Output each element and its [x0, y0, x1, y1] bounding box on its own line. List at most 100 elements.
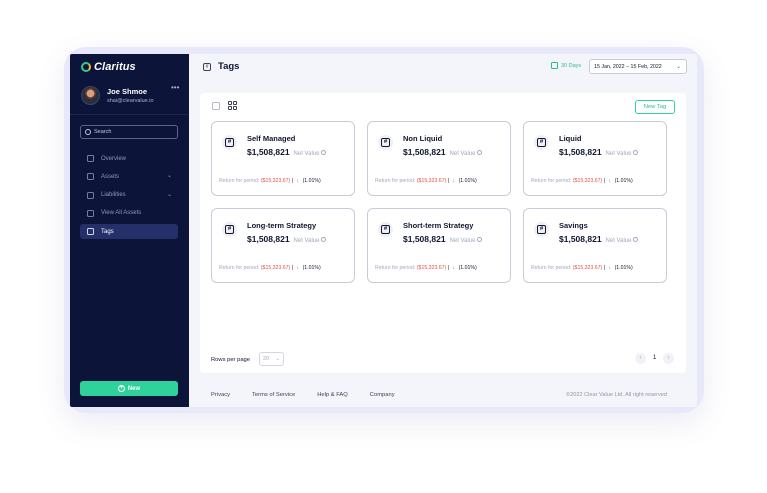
sidebar-item-overview[interactable]: Overview	[80, 151, 178, 166]
logo-text: Claritus	[94, 61, 136, 73]
app-window: Claritus Joe Shmoe shai@clearvalue.io ••…	[70, 54, 697, 407]
date-range-select[interactable]: 15 Jan, 2022 – 15 Feb, 2022 ⌄	[589, 59, 687, 74]
date-range-value: 15 Jan, 2022 – 15 Feb, 2022	[594, 63, 662, 70]
chevron-down-icon[interactable]: ⌄	[167, 191, 172, 198]
sidebar-item-tags[interactable]: Tags	[80, 224, 178, 240]
tag-value: $1,508,821 Net Value	[403, 147, 483, 157]
current-page[interactable]: 1	[653, 355, 656, 361]
footer-link-terms[interactable]: Terms of Service	[252, 392, 295, 398]
info-icon[interactable]	[477, 150, 483, 156]
net-value-label: Net Value	[449, 238, 476, 244]
new-tag-button[interactable]: New Tag	[635, 100, 675, 114]
return-row: Return for period: ($15,323.67) | ↓ (1.0…	[219, 265, 321, 271]
tag-value: $1,508,821 Net Value	[247, 147, 327, 157]
tag-card[interactable]: # Long-term Strategy $1,508,821 Net Value…	[211, 208, 355, 283]
tag-name: Savings	[559, 221, 588, 230]
footer-link-privacy[interactable]: Privacy	[211, 392, 230, 398]
sidebar-nav: Overview Assets ⌄ Liabilities ⌄ View All…	[80, 151, 178, 242]
net-value-label: Net Value	[605, 238, 632, 244]
tag-card[interactable]: # Non Liquid $1,508,821 Net Value Return …	[367, 121, 511, 196]
arrow-down-icon: ↓	[452, 265, 456, 271]
net-value-label: Net Value	[449, 151, 476, 157]
rows-per-page-label: Rows per page	[211, 357, 250, 363]
return-row: Return for period: ($15,323.67) | ↓ (1.0…	[219, 178, 321, 184]
sidebar-item-view-all-assets[interactable]: View All Assets	[80, 206, 178, 221]
new-button[interactable]: + New	[80, 381, 178, 396]
list-view-icon[interactable]	[212, 102, 220, 110]
rows-per-page-value: 20	[263, 356, 270, 362]
sidebar-item-label: Overview	[101, 155, 127, 162]
hashtag-icon: #	[534, 222, 549, 237]
info-icon[interactable]	[321, 237, 327, 243]
copyright: ©2022 Clear Value Ltd. All right reserve…	[566, 392, 668, 398]
tag-value: $1,508,821 Net Value	[403, 234, 483, 244]
logo[interactable]: Claritus	[81, 61, 136, 73]
chevron-down-icon: ⌄	[675, 64, 681, 70]
tag-card[interactable]: # Self Managed $1,508,821 Net Value Retur…	[211, 121, 355, 196]
net-value-label: Net Value	[293, 238, 320, 244]
tag-value: $1,508,821 Net Value	[559, 234, 639, 244]
tag-icon: #	[203, 63, 211, 71]
logo-ring-icon	[81, 62, 91, 72]
info-icon[interactable]	[633, 237, 639, 243]
sidebar-item-label: Tags	[101, 228, 114, 235]
user-name: Joe Shmoe	[107, 87, 148, 96]
new-button-label: New	[127, 385, 141, 392]
hashtag-icon: #	[222, 135, 237, 150]
chevron-down-icon[interactable]: ⌄	[167, 172, 172, 179]
hashtag-icon: #	[378, 135, 393, 150]
tag-icon	[87, 228, 94, 236]
sidebar: Claritus Joe Shmoe shai@clearvalue.io ••…	[70, 54, 189, 407]
tag-value: $1,508,821 Net Value	[559, 147, 639, 157]
tag-name: Long-term Strategy	[247, 221, 317, 230]
net-value-label: Net Value	[293, 151, 320, 157]
rows-per-page-select[interactable]: 20 ⌄	[259, 352, 284, 366]
period-selector[interactable]: 30 Days	[551, 62, 581, 69]
tag-name: Non Liquid	[403, 134, 443, 143]
tags-panel: New Tag # Self Managed $1,508,821 Net Val…	[200, 93, 686, 373]
user-email: shai@clearvalue.io	[107, 98, 154, 104]
tag-card[interactable]: # Short-term Strategy $1,508,821 Net Valu…	[367, 208, 511, 283]
return-row: Return for period: ($15,323.67) | ↓ (1.0…	[531, 265, 633, 271]
plus-icon: +	[117, 385, 125, 392]
sidebar-item-liabilities[interactable]: Liabilities ⌄	[80, 188, 178, 203]
more-options-icon[interactable]: •••	[171, 83, 179, 92]
page-title: Tags	[218, 61, 240, 72]
tag-value: $1,508,821 Net Value	[247, 234, 327, 244]
search-input[interactable]	[94, 129, 174, 135]
tag-card[interactable]: # Savings $1,508,821 Net Value Return for…	[523, 208, 667, 283]
tag-card[interactable]: # Liquid $1,508,821 Net Value Return for …	[523, 121, 667, 196]
tag-name: Short-term Strategy	[403, 221, 474, 230]
next-page-button[interactable]: ›	[663, 353, 674, 364]
hashtag-icon: #	[378, 222, 393, 237]
prev-page-button[interactable]: ‹	[635, 353, 646, 364]
footer-link-help[interactable]: Help & FAQ	[317, 392, 348, 398]
net-value-label: Net Value	[605, 151, 632, 157]
search-box[interactable]	[80, 125, 178, 139]
arrow-down-icon: ↓	[608, 265, 612, 271]
hashtag-icon: #	[222, 222, 237, 237]
arrow-down-icon: ↓	[452, 178, 456, 184]
tag-name: Liquid	[559, 134, 582, 143]
page-header: # Tags 30 Days 15 Jan, 2022 – 15 Feb, 20…	[189, 54, 697, 83]
search-icon	[85, 129, 91, 135]
return-row: Return for period: ($15,323.67) | ↓ (1.0…	[375, 265, 477, 271]
sidebar-item-assets[interactable]: Assets ⌄	[80, 169, 178, 184]
sidebar-item-label: Liabilities	[101, 192, 126, 199]
hashtag-icon: #	[534, 135, 549, 150]
footer-links: Privacy Terms of Service Help & FAQ Comp…	[211, 392, 395, 398]
grid-icon	[87, 209, 94, 217]
info-icon[interactable]	[633, 150, 639, 156]
sidebar-item-label: Assets	[101, 173, 120, 180]
sidebar-item-label: View All Assets	[101, 210, 142, 217]
calendar-icon	[551, 62, 558, 69]
user-profile[interactable]: Joe Shmoe shai@clearvalue.io •••	[81, 83, 181, 110]
footer-link-company[interactable]: Company	[370, 392, 395, 398]
info-icon[interactable]	[321, 150, 327, 156]
liabilities-icon	[87, 191, 94, 199]
grid-view-icon[interactable]	[228, 101, 237, 110]
return-row: Return for period: ($15,323.67) | ↓ (1.0…	[531, 178, 633, 184]
info-icon[interactable]	[477, 237, 483, 243]
chevron-down-icon: ⌄	[275, 356, 280, 362]
arrow-down-icon: ↓	[296, 178, 300, 184]
